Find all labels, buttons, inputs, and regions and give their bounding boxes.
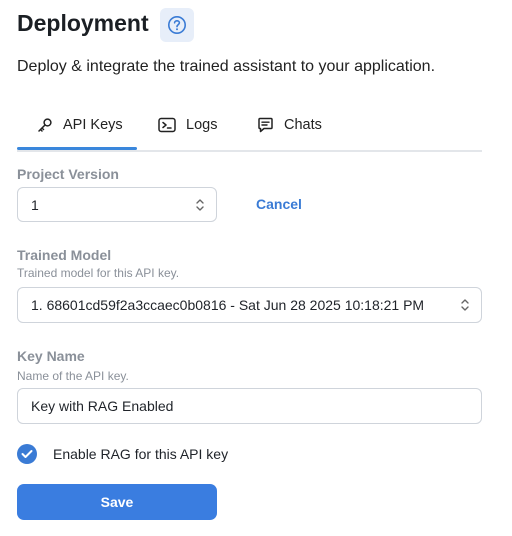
key-name-label: Key Name — [17, 348, 85, 364]
save-button[interactable]: Save — [17, 484, 217, 520]
trained-model-select[interactable]: 1. 68601cd59f2a3ccaec0b0816 - Sat Jun 28… — [17, 287, 482, 323]
cancel-link[interactable]: Cancel — [256, 196, 302, 212]
tab-logs[interactable]: Logs — [158, 102, 217, 148]
terminal-icon — [158, 117, 176, 133]
key-name-help: Name of the API key. — [17, 369, 129, 383]
tab-label: Chats — [284, 117, 322, 133]
chevron-up-down-icon — [196, 198, 204, 211]
enable-rag-checkbox[interactable] — [17, 444, 37, 464]
key-name-input[interactable]: Key with RAG Enabled — [17, 388, 482, 424]
tab-label: Logs — [186, 117, 218, 133]
chat-icon — [258, 117, 273, 133]
chevron-up-down-icon — [461, 299, 469, 311]
key-name-value: Key with RAG Enabled — [31, 398, 174, 414]
trained-model-value: 1. 68601cd59f2a3ccaec0b0816 - Sat Jun 28… — [31, 297, 425, 313]
trained-model-label: Trained Model — [17, 247, 112, 263]
enable-rag-label: Enable RAG for this API key — [53, 446, 229, 462]
question-circle-icon — [168, 16, 186, 34]
tab-label: API Keys — [63, 117, 123, 133]
project-version-select[interactable]: 1 — [17, 187, 217, 222]
checkmark-icon — [21, 450, 33, 458]
help-button[interactable] — [160, 8, 194, 42]
project-version-label: Project Version — [17, 166, 119, 182]
page-subtitle: Deploy & integrate the trained assistant… — [17, 58, 436, 75]
tab-bar: API Keys Logs Chats — [17, 102, 482, 152]
active-tab-indicator — [17, 147, 137, 150]
project-version-value: 1 — [31, 196, 39, 213]
trained-model-help: Trained model for this API key. — [17, 266, 180, 280]
page-title: Deployment — [17, 10, 149, 36]
key-icon — [38, 118, 52, 132]
tab-chats[interactable]: Chats — [257, 102, 322, 148]
tab-api-keys[interactable]: API Keys — [37, 102, 123, 148]
